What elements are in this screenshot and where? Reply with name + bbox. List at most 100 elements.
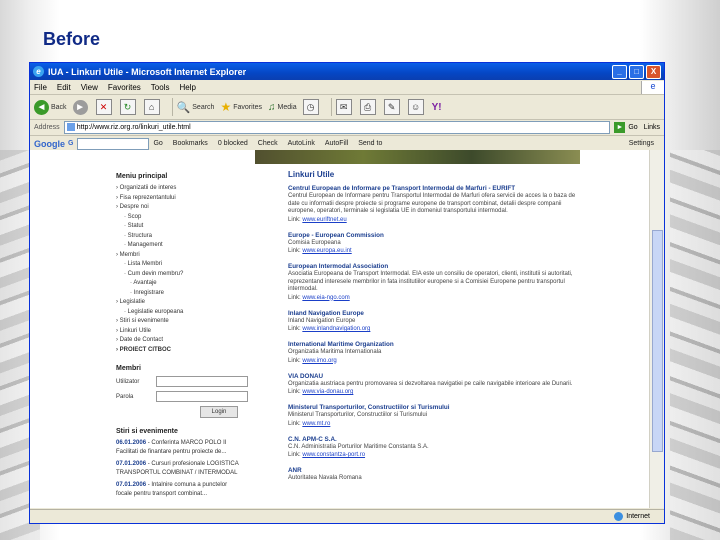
menu-favorites[interactable]: Favorites	[108, 83, 141, 92]
sidebar-item[interactable]: › Fisa reprezentantului	[116, 194, 256, 204]
link-prefix: Link:	[288, 389, 303, 395]
link-url[interactable]: www.mt.ro	[302, 421, 330, 427]
stop-button[interactable]: ✕	[95, 99, 114, 115]
link-url[interactable]: www.constantza-port.ro	[302, 452, 365, 458]
favorites-button[interactable]: ★ Favorites	[220, 100, 262, 114]
link-description: Asociatia Europeana de Transport Intermo…	[288, 271, 573, 292]
sidebar-item[interactable]: · Scop	[116, 213, 256, 223]
popup-blocker-button[interactable]: 0 blocked	[218, 140, 248, 147]
link-url[interactable]: www.imo.org	[302, 358, 336, 364]
google-search-input[interactable]	[77, 137, 150, 150]
scrollbar-thumb[interactable]	[652, 230, 663, 452]
username-label: Utilizator	[116, 378, 140, 385]
close-button[interactable]: X	[646, 64, 661, 79]
link-title[interactable]: C.N. APM-C S.A.	[288, 436, 580, 444]
mail-button[interactable]: ✉	[335, 99, 354, 115]
sidebar-item[interactable]: › PROIECT CITBOC	[116, 346, 256, 356]
sidebar-item[interactable]: · Inregistrare	[116, 289, 256, 299]
google-settings-button[interactable]: Settings	[629, 140, 654, 147]
header-banner-image	[255, 150, 580, 164]
send-to-button[interactable]: Send to	[358, 140, 382, 147]
spell-check-button[interactable]: Check	[258, 140, 278, 147]
print-button[interactable]: ⎙	[359, 99, 378, 115]
autofill-button[interactable]: AutoFill	[325, 140, 348, 147]
menu-view[interactable]: View	[81, 83, 98, 92]
sidebar-item[interactable]: · Legislatie europeana	[116, 308, 256, 318]
password-input[interactable]	[156, 391, 248, 402]
news-item[interactable]: 07.01.2006 - Cursuri profesionale LOGIST…	[116, 460, 256, 478]
link-title[interactable]: ANR	[288, 467, 580, 475]
link-url[interactable]: www.eia-ngo.com	[302, 295, 349, 301]
sidebar-item[interactable]: › Legislatie	[116, 298, 256, 308]
link-title[interactable]: European Intermodal Association	[288, 263, 580, 271]
sidebar-item[interactable]: › Membri	[116, 251, 256, 261]
media-button[interactable]: ♫ Media	[268, 102, 297, 113]
sidebar-item[interactable]: · Avantaje	[116, 279, 256, 289]
link-url-row: Link: www.constantza-port.ro	[288, 451, 580, 459]
menu-file[interactable]: File	[34, 83, 47, 92]
forward-button[interactable]: ►	[72, 99, 90, 115]
history-icon: ◷	[302, 99, 319, 115]
links-button[interactable]: Links	[644, 124, 660, 131]
link-title[interactable]: Inland Navigation Europe	[288, 310, 580, 318]
sidebar-item-label: Cum devin membru?	[127, 270, 184, 277]
news-item[interactable]: 06.01.2006 - Conferinta MARCO POLO II Fac…	[116, 439, 256, 457]
messenger-button[interactable]: ☺	[407, 99, 426, 115]
news-date: 06.01.2006	[116, 440, 147, 446]
link-prefix: Link:	[288, 452, 303, 458]
link-entry: ANR Autoritatea Navala Romana	[288, 467, 580, 483]
link-title[interactable]: Europe - European Commission	[288, 232, 580, 240]
menu-tools[interactable]: Tools	[151, 83, 170, 92]
sidebar-item[interactable]: › Organizatii de interes	[116, 184, 256, 194]
address-input[interactable]: http://www.riz.org.ro/linkuri_utile.html	[63, 121, 611, 134]
yahoo-icon: Y!	[431, 101, 442, 113]
title-bar[interactable]: e IUA - Linkuri Utile - Microsoft Intern…	[30, 63, 664, 80]
link-url[interactable]: www.euriftnet.eu	[302, 217, 346, 223]
refresh-button[interactable]: ↻	[119, 99, 138, 115]
history-button[interactable]: ◷	[302, 99, 321, 115]
menu-edit[interactable]: Edit	[57, 83, 71, 92]
sidebar-item[interactable]: › Stiri si evenimente	[116, 317, 256, 327]
link-url[interactable]: www.inlandnavigation.org	[302, 326, 370, 332]
link-prefix: Link:	[288, 216, 303, 223]
google-g-button[interactable]: G	[68, 140, 73, 147]
menu-help[interactable]: Help	[179, 83, 195, 92]
link-url[interactable]: www.via-donau.org	[302, 389, 353, 395]
link-title[interactable]: International Maritime Organization	[288, 341, 580, 349]
back-button[interactable]: ◄ Back	[34, 99, 67, 115]
autolink-button[interactable]: AutoLink	[288, 140, 315, 147]
google-go-button[interactable]: Go	[153, 140, 162, 147]
sidebar-item[interactable]: › Linkuri Utile	[116, 327, 256, 337]
sidebar-item[interactable]: · Structura	[116, 232, 256, 242]
forward-arrow-icon: ►	[72, 99, 88, 115]
sidebar-item[interactable]: · Statut	[116, 222, 256, 232]
bookmarks-button[interactable]: Bookmarks	[173, 140, 208, 147]
sidebar-item[interactable]: · Lista Membri	[116, 260, 256, 270]
link-url-row: Link: www.via-donau.org	[288, 388, 580, 396]
search-button[interactable]: 🔍 Search	[177, 101, 215, 114]
link-url-row: Link: www.imo.org	[288, 357, 580, 365]
vertical-scrollbar[interactable]	[649, 150, 664, 508]
sidebar-item[interactable]: › Date de Contact	[116, 336, 256, 346]
go-button[interactable]: Go	[628, 124, 637, 131]
go-arrow-icon[interactable]: ►	[614, 122, 626, 133]
edit-button[interactable]: ✎	[383, 99, 402, 115]
stop-icon: ✕	[95, 99, 112, 115]
maximize-button[interactable]: □	[629, 64, 644, 79]
news-item[interactable]: 07.01.2006 - Intalnire comuna a punctelo…	[116, 481, 256, 499]
web-page: Meniu principal › Organizatii de interes…	[110, 150, 580, 508]
minimize-button[interactable]: _	[612, 64, 627, 79]
link-title[interactable]: VIA DONAU	[288, 373, 580, 381]
sidebar-item[interactable]: · Cum devin membru?	[116, 270, 256, 280]
link-title[interactable]: Ministerul Transporturilor, Constructiil…	[288, 404, 580, 412]
link-title[interactable]: Centrul European de Informare pe Transpo…	[288, 185, 580, 193]
login-button[interactable]: Login	[200, 406, 238, 418]
yahoo-button[interactable]: Y!	[432, 102, 442, 113]
home-button[interactable]: ⌂	[143, 99, 162, 115]
mail-icon: ✉	[335, 99, 352, 115]
sidebar-item[interactable]: › Despre noi	[116, 203, 256, 213]
sidebar-item[interactable]: · Management	[116, 241, 256, 251]
username-input[interactable]	[156, 376, 248, 387]
link-url[interactable]: www.europa.eu.int	[302, 248, 351, 254]
sidebar-item-label: Management	[127, 242, 163, 248]
